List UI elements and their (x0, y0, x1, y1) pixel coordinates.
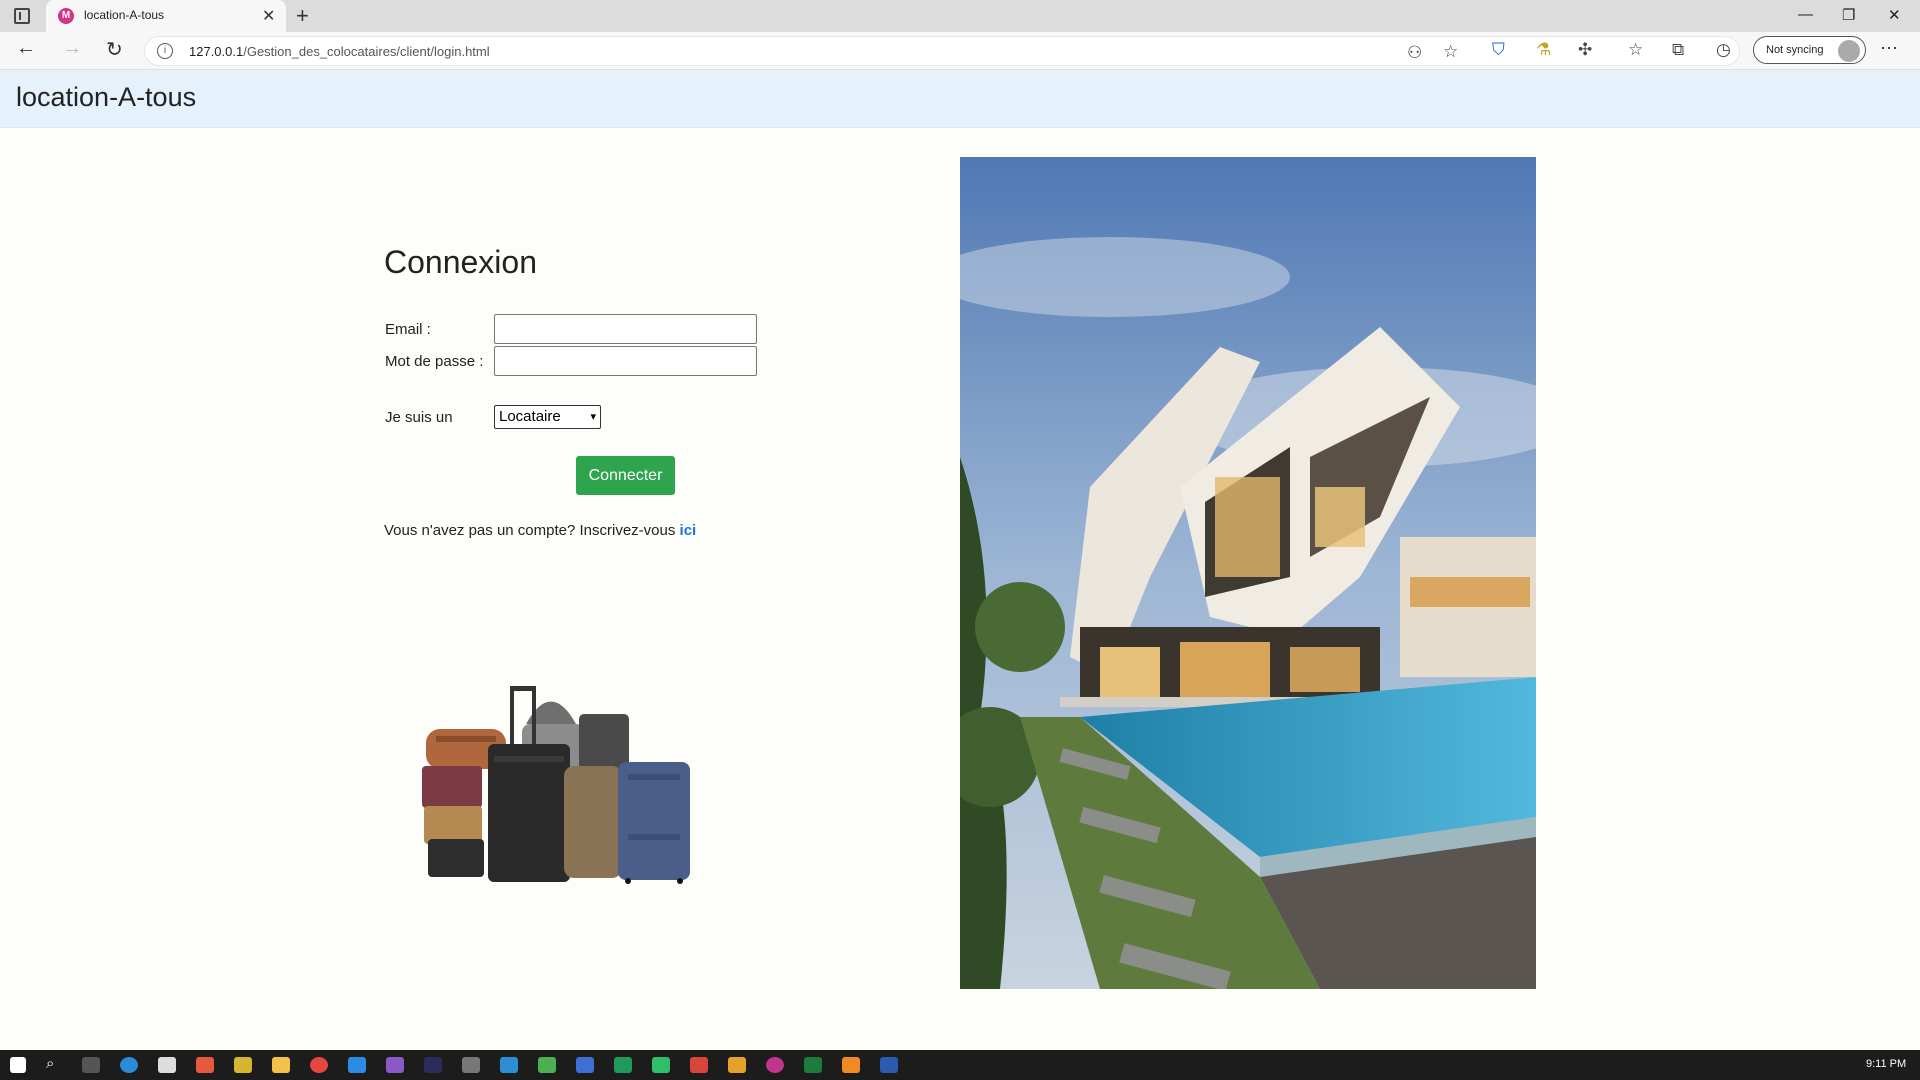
site-brand[interactable]: location-A-tous (16, 82, 196, 113)
edge-icon[interactable] (120, 1057, 138, 1073)
task-view-icon[interactable] (82, 1057, 100, 1073)
signup-prompt: Vous n'avez pas un compte? Inscrivez-vou… (384, 522, 696, 539)
site-favicon-icon: M (58, 8, 74, 24)
email-field[interactable] (494, 314, 757, 344)
start-icon[interactable] (10, 1057, 26, 1073)
clion-icon[interactable] (614, 1057, 632, 1073)
close-tab-icon[interactable]: ✕ (262, 6, 275, 26)
history-icon[interactable]: ◷ (1716, 40, 1731, 60)
app-icon[interactable] (728, 1057, 746, 1073)
extension-flask-icon[interactable]: ⚗ (1536, 40, 1551, 60)
android-studio-icon[interactable] (538, 1057, 556, 1073)
visual-studio-icon[interactable] (386, 1057, 404, 1073)
browser-toolbar: ← → ↻ i 127.0.0.1/Gestion_des_colocatair… (0, 32, 1920, 70)
browser-tab-strip: M location-A-tous ✕ + — ❐ ✕ (0, 0, 1920, 32)
site-info-icon[interactable]: i (157, 43, 173, 59)
settings-more-icon[interactable]: ⋯ (1880, 38, 1898, 59)
site-header: location-A-tous (0, 70, 1920, 128)
tab-actions-icon[interactable] (14, 8, 30, 24)
connect-button[interactable]: Connecter (576, 456, 675, 495)
qt-icon[interactable] (652, 1057, 670, 1073)
os-taskbar: ⌕ 9:11 PM (0, 1050, 1920, 1080)
password-field[interactable] (494, 346, 757, 376)
role-select[interactable]: Locataire ▾ (494, 405, 601, 429)
vscode-icon[interactable] (348, 1057, 366, 1073)
app-icon[interactable] (690, 1057, 708, 1073)
reload-icon[interactable]: ↻ (106, 37, 123, 62)
house-photo (960, 157, 1536, 989)
signup-text: Vous n'avez pas un compte? Inscrivez-vou… (384, 522, 676, 539)
chrome-icon[interactable] (310, 1057, 328, 1073)
clock[interactable]: 9:11 PM (1866, 1058, 1906, 1070)
forward-icon[interactable]: → (62, 37, 82, 60)
app-icon[interactable] (842, 1057, 860, 1073)
search-icon[interactable]: ⌕ (46, 1055, 64, 1072)
app-icon[interactable] (462, 1057, 480, 1073)
app-icon[interactable] (766, 1057, 784, 1073)
luggage-image (422, 686, 690, 884)
intellij-icon[interactable] (424, 1057, 442, 1073)
add-favorite-icon[interactable]: ☆ (1443, 42, 1458, 62)
new-tab-icon[interactable]: + (296, 3, 309, 29)
url-host: 127.0.0.1 (189, 44, 244, 59)
url-path: /Gestion_des_colocataires/client/login.h… (243, 44, 490, 59)
tab-title: location-A-tous (84, 8, 165, 22)
favorites-icon[interactable]: ☆ (1628, 40, 1643, 60)
email-label: Email : (385, 321, 431, 338)
signup-link[interactable]: ici (680, 522, 697, 539)
reader-icon[interactable]: ⚇ (1407, 43, 1422, 63)
excel-icon[interactable] (804, 1057, 822, 1073)
app-icon[interactable] (196, 1057, 214, 1073)
app-icon[interactable] (500, 1057, 518, 1073)
minimize-icon[interactable]: — (1798, 6, 1813, 23)
word-icon[interactable] (880, 1057, 898, 1073)
close-window-icon[interactable]: ✕ (1888, 6, 1901, 24)
app-icon[interactable] (234, 1057, 252, 1073)
collections-icon[interactable]: ⧉ (1672, 40, 1684, 60)
profile-sync-button[interactable]: Not syncing (1753, 36, 1866, 64)
url-text[interactable]: 127.0.0.1/Gestion_des_colocataires/clien… (189, 44, 490, 59)
extension-shield-icon[interactable]: ⛉ (1492, 40, 1505, 60)
notepad-icon[interactable] (158, 1057, 176, 1073)
back-icon[interactable]: ← (16, 37, 36, 60)
role-selected-value: Locataire (499, 408, 561, 425)
chevron-down-icon: ▾ (590, 411, 596, 423)
browser-tab[interactable]: M location-A-tous ✕ (46, 0, 286, 32)
file-explorer-icon[interactable] (272, 1057, 290, 1073)
password-label: Mot de passe : (385, 353, 484, 370)
avatar (1838, 40, 1860, 62)
app-icon[interactable] (576, 1057, 594, 1073)
role-label: Je suis un (385, 409, 453, 426)
extensions-icon[interactable]: ✣ (1578, 40, 1592, 60)
login-title: Connexion (384, 244, 537, 280)
sync-label: Not syncing (1766, 44, 1824, 56)
restore-icon[interactable]: ❐ (1842, 6, 1855, 24)
